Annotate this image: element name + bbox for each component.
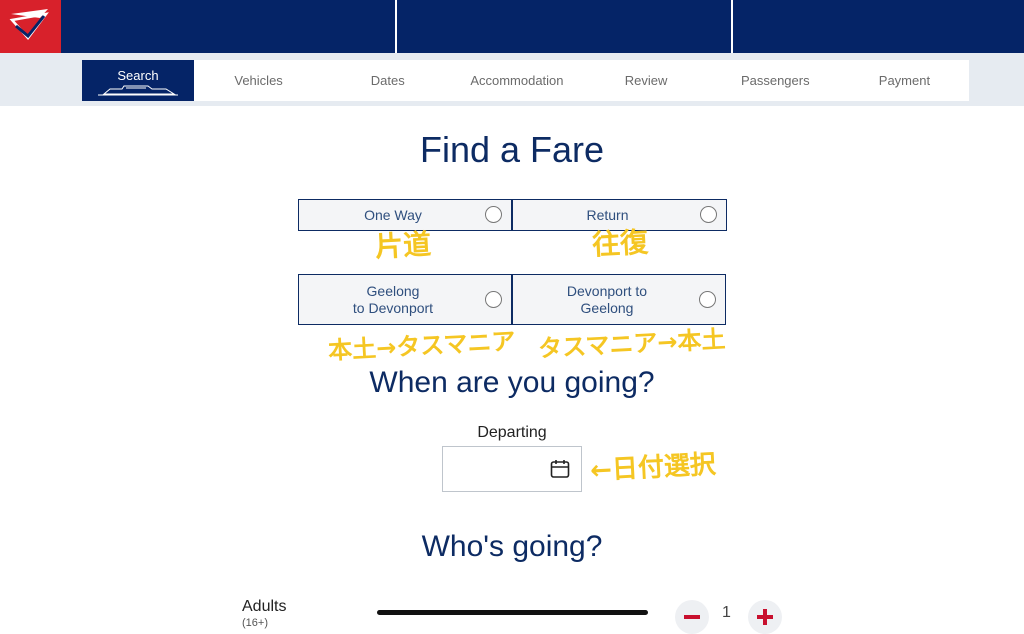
step-label: Passengers: [740, 73, 810, 88]
step-label: Dates: [370, 73, 405, 88]
who-heading: Who's going?: [421, 530, 603, 563]
annotation-return: 往復: [591, 225, 649, 262]
devonport-to-geelong-option[interactable]: Devonport to Geelong: [512, 274, 726, 325]
option-label: Devonport to Geelong: [567, 283, 671, 317]
radio-button[interactable]: [700, 206, 717, 223]
radio-button[interactable]: [485, 290, 502, 308]
logo[interactable]: [0, 0, 61, 53]
adults-label: Adults: [242, 598, 287, 615]
step-label: Review: [624, 73, 668, 88]
annotation-one-way: 片道: [374, 227, 432, 264]
step-label: Search: [117, 68, 159, 83]
departing-date-input[interactable]: [442, 446, 582, 492]
top-bar: [0, 0, 1024, 53]
top-divider: [395, 0, 397, 53]
route-line: Geelong: [580, 299, 634, 316]
route-line: Devonport to: [566, 282, 648, 299]
route-line: to Devonport: [352, 299, 434, 316]
step-vehicles[interactable]: Vehicles: [194, 60, 323, 101]
steps-band: Search Vehicles Dates Accommodation Revi…: [0, 53, 1024, 106]
annotation-mainland-to-tasmania: 本土→タスマニア: [327, 327, 517, 365]
step-payment[interactable]: Payment: [840, 60, 969, 101]
step-label: Payment: [878, 73, 931, 88]
route-line: Geelong: [366, 282, 420, 299]
step-accommodation[interactable]: Accommodation: [452, 60, 581, 101]
adults-count: 1: [722, 604, 731, 621]
geelong-to-devonport-option[interactable]: Geelong to Devonport: [298, 274, 512, 325]
departing-label: Departing: [477, 424, 547, 441]
adults-decrement-button[interactable]: [675, 600, 709, 634]
radio-button[interactable]: [485, 206, 502, 223]
step-label: Vehicles: [234, 73, 283, 88]
annotation-date-select: ←日付選択: [589, 449, 717, 487]
when-heading: When are you going?: [369, 366, 655, 399]
adults-increment-button[interactable]: [748, 600, 782, 634]
step-search[interactable]: Search: [82, 60, 194, 101]
step-review[interactable]: Review: [582, 60, 711, 101]
option-label: One Way: [364, 206, 422, 223]
home-indicator: [377, 610, 648, 615]
top-divider: [731, 0, 733, 53]
adults-age-note: (16+): [242, 617, 268, 629]
ship-icon: [98, 85, 178, 96]
radio-button[interactable]: [699, 290, 716, 308]
page-title: Find a Fare: [419, 129, 605, 170]
step-label: Accommodation: [470, 73, 564, 88]
option-label: Geelong to Devonport: [353, 283, 457, 317]
flag-logo-icon: [9, 9, 49, 40]
step-passengers[interactable]: Passengers: [711, 60, 840, 101]
booking-steps: Search Vehicles Dates Accommodation Revi…: [82, 60, 969, 101]
calendar-icon[interactable]: [550, 459, 570, 479]
step-dates[interactable]: Dates: [323, 60, 452, 101]
annotation-tasmania-to-mainland: タスマニア→本土: [537, 325, 727, 363]
